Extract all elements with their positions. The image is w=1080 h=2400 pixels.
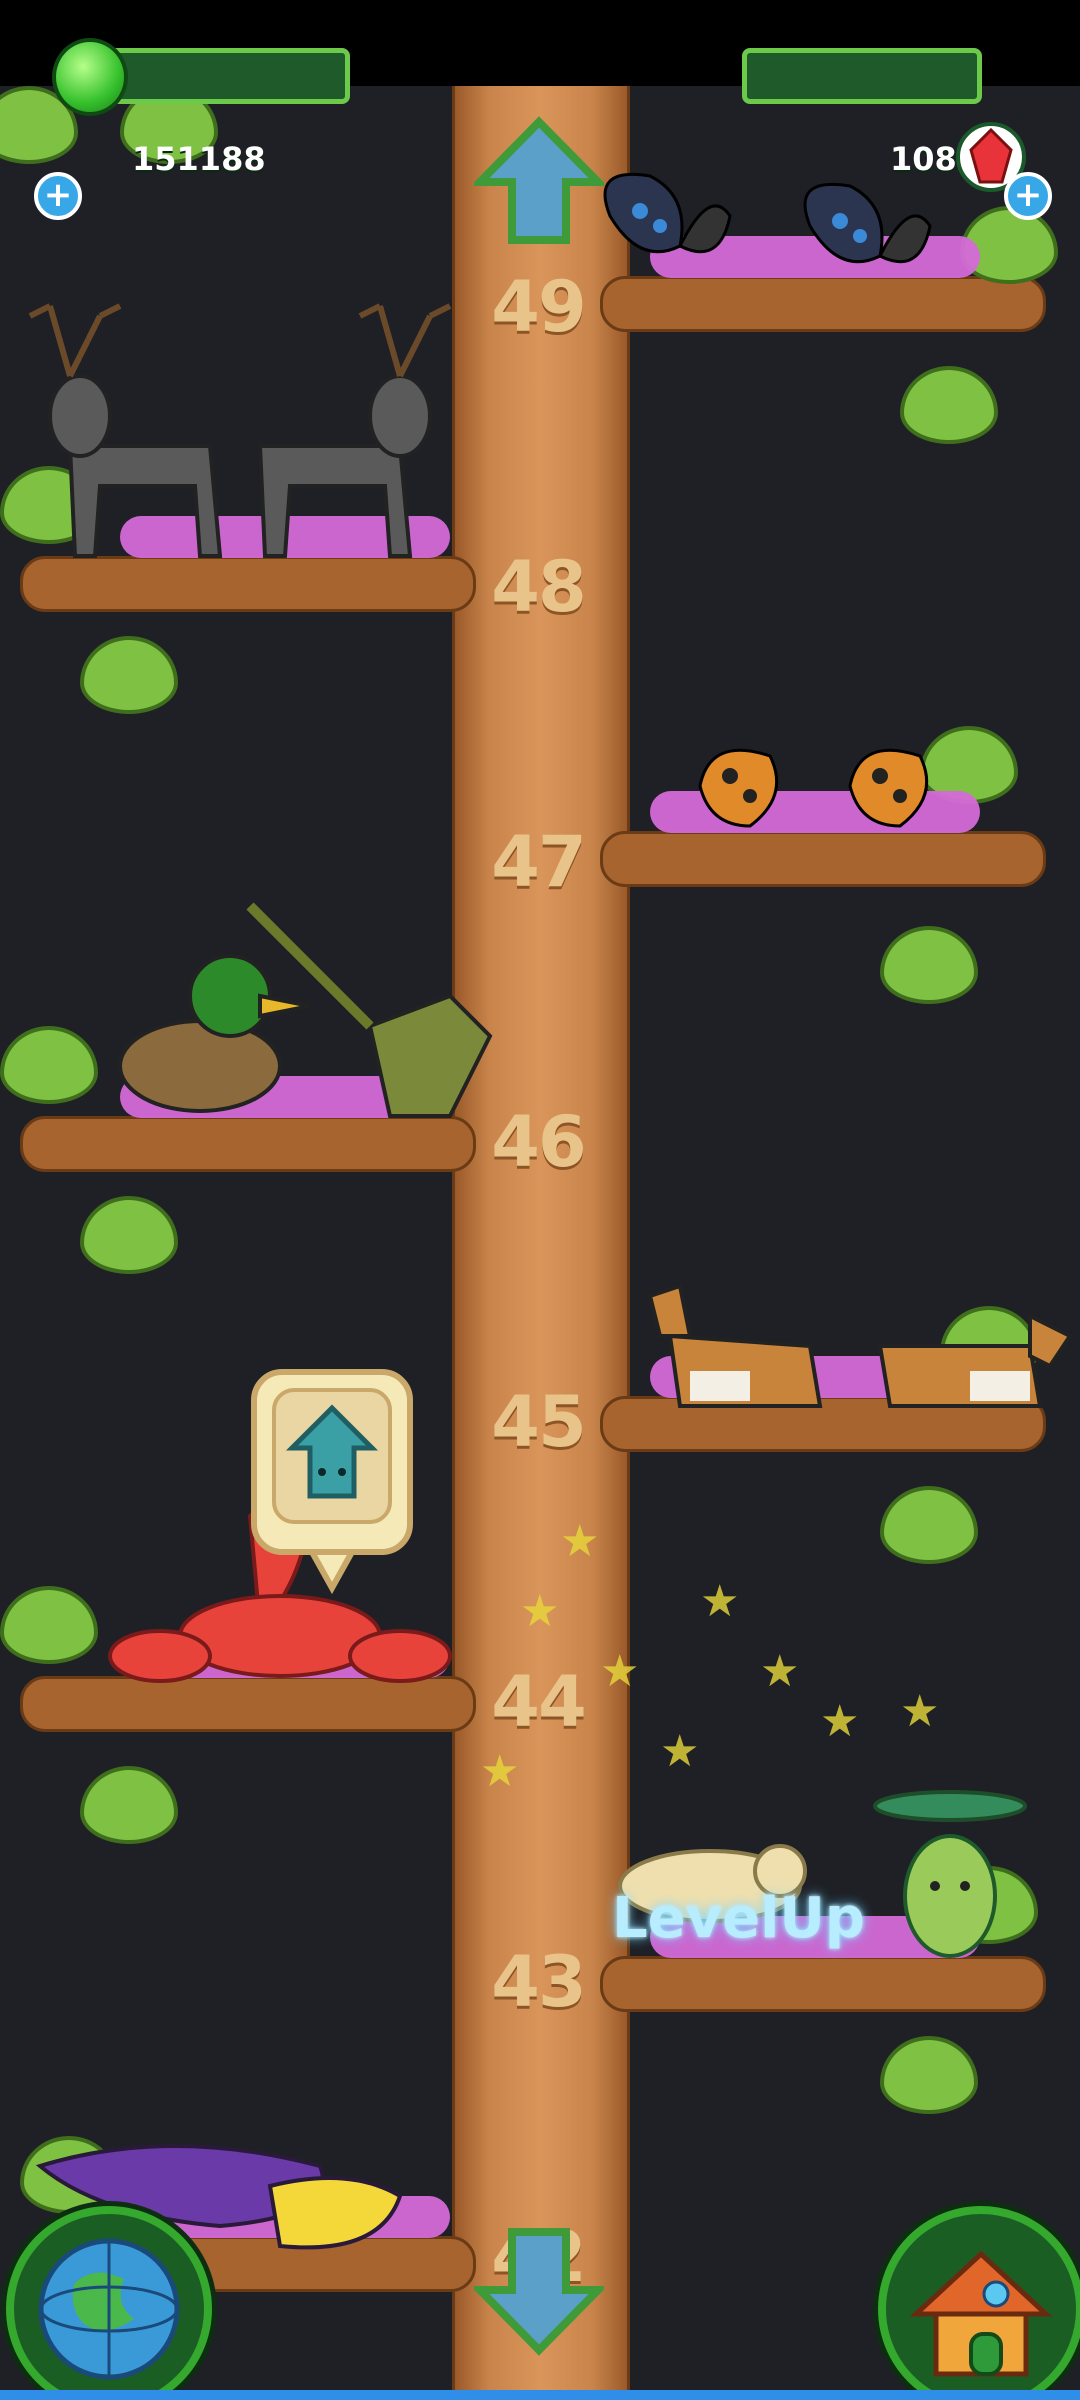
propeller-sprite[interactable] <box>860 1766 1040 1966</box>
level-number-45: 45 <box>491 1381 586 1463</box>
reindeer[interactable] <box>10 286 470 586</box>
globe-icon <box>38 2238 180 2380</box>
star-effect: ★ <box>700 1576 740 1627</box>
premium-bar[interactable] <box>742 48 982 104</box>
level-number-44: 44 <box>491 1661 586 1743</box>
tree-scene[interactable]: 49 48 47 46 45 44 43 42 <box>0 86 1080 2400</box>
leaf <box>880 2036 978 2114</box>
leaf <box>880 926 978 1004</box>
home-button[interactable] <box>878 2206 1080 2400</box>
green-gem-icon <box>52 38 128 116</box>
star-effect: ★ <box>760 1646 800 1697</box>
leaf <box>0 1586 98 1664</box>
bottom-strip <box>0 2390 1080 2400</box>
star-effect: ★ <box>820 1696 860 1747</box>
star-effect: ★ <box>560 1516 600 1567</box>
duck-and-dinosaur[interactable] <box>110 886 530 1146</box>
corgis[interactable] <box>640 1276 1080 1436</box>
currency-bar[interactable] <box>100 48 350 104</box>
leaf <box>80 1196 178 1274</box>
premium-value: 108 <box>890 140 957 178</box>
star-effect: ★ <box>520 1586 560 1637</box>
star-effect: ★ <box>660 1726 700 1777</box>
add-premium-button[interactable]: + <box>1004 172 1052 220</box>
down-arrow-icon[interactable] <box>474 2226 604 2356</box>
globe-button[interactable] <box>6 2206 212 2400</box>
house-icon <box>909 2250 1053 2377</box>
add-currency-button[interactable]: + <box>34 172 82 220</box>
up-arrow-icon[interactable] <box>474 116 604 246</box>
orange-butterflies[interactable] <box>690 726 990 846</box>
leaf <box>80 636 178 714</box>
level-number-43: 43 <box>491 1941 586 2023</box>
leaf <box>80 1766 178 1844</box>
levelup-text: LevelUp <box>612 1886 865 1951</box>
star-effect: ★ <box>600 1646 640 1697</box>
star-effect: ★ <box>900 1686 940 1737</box>
star-effect: ★ <box>480 1746 520 1797</box>
leaf <box>0 1026 98 1104</box>
upgrade-popup-button[interactable] <box>250 1368 414 1608</box>
leaf <box>880 1486 978 1564</box>
leaf <box>900 366 998 444</box>
currency-value: 151188 <box>132 140 266 178</box>
level-number-48: 48 <box>491 546 586 628</box>
tree-trunk <box>452 86 630 2400</box>
